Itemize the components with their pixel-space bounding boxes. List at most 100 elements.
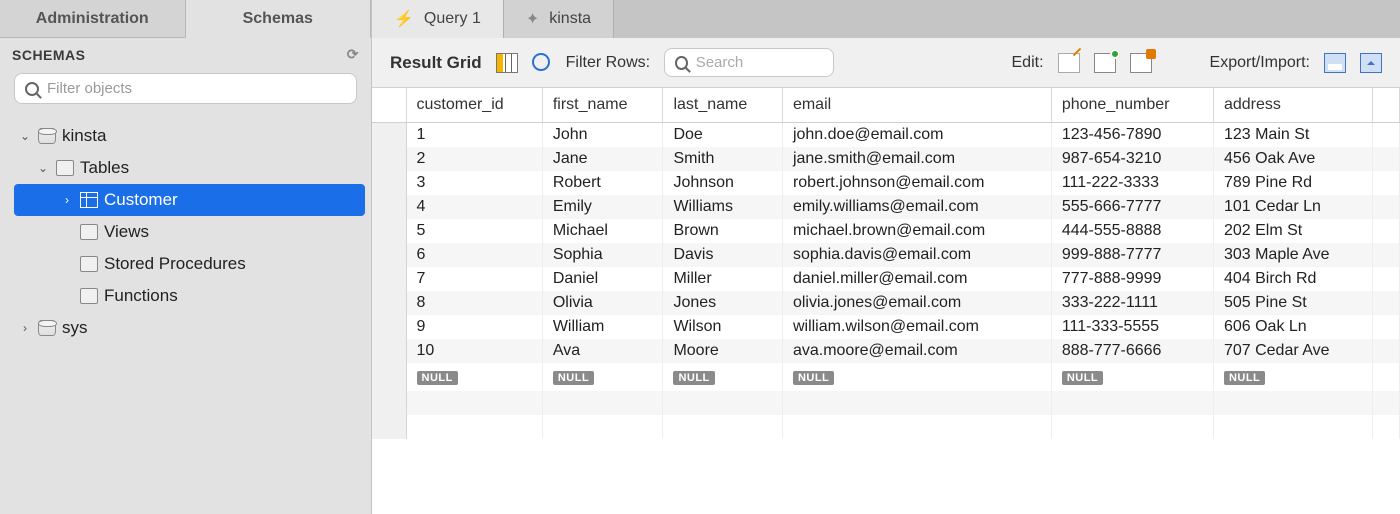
cell-null[interactable]: NULL bbox=[1213, 363, 1373, 391]
cell-email[interactable]: john.doe@email.com bbox=[782, 123, 1051, 148]
cell-first_name[interactable]: Daniel bbox=[542, 267, 663, 291]
cell-email[interactable]: jane.smith@email.com bbox=[782, 147, 1051, 171]
filter-rows-box[interactable] bbox=[664, 48, 834, 77]
cell-phone_number[interactable]: 444-555-8888 bbox=[1051, 219, 1213, 243]
table-row[interactable]: 3RobertJohnsonrobert.johnson@email.com11… bbox=[372, 171, 1400, 195]
cell-email[interactable]: ava.moore@email.com bbox=[782, 339, 1051, 363]
cell-null[interactable]: NULL bbox=[1051, 363, 1213, 391]
cell-last_name[interactable]: Williams bbox=[663, 195, 783, 219]
cell-customer_id[interactable]: 9 bbox=[406, 315, 542, 339]
cell-email[interactable]: daniel.miller@email.com bbox=[782, 267, 1051, 291]
tree-tables[interactable]: ⌄ Tables bbox=[14, 152, 365, 184]
add-row-icon[interactable] bbox=[1094, 53, 1116, 73]
cell-phone_number[interactable]: 333-222-1111 bbox=[1051, 291, 1213, 315]
cell-customer_id[interactable]: 6 bbox=[406, 243, 542, 267]
cell-first_name[interactable]: Sophia bbox=[542, 243, 663, 267]
cell-address[interactable]: 707 Cedar Ave bbox=[1213, 339, 1373, 363]
cell-address[interactable]: 202 Elm St bbox=[1213, 219, 1373, 243]
cell-phone_number[interactable]: 999-888-7777 bbox=[1051, 243, 1213, 267]
cell-first_name[interactable]: Emily bbox=[542, 195, 663, 219]
row-selector[interactable] bbox=[372, 219, 406, 243]
cell-customer_id[interactable]: 1 bbox=[406, 123, 542, 148]
cell-phone_number[interactable]: 987-654-3210 bbox=[1051, 147, 1213, 171]
tree-db-sys[interactable]: › sys bbox=[14, 312, 365, 344]
cell-last_name[interactable]: Miller bbox=[663, 267, 783, 291]
cell-address[interactable]: 303 Maple Ave bbox=[1213, 243, 1373, 267]
table-row-null[interactable]: NULLNULLNULLNULLNULLNULL bbox=[372, 363, 1400, 391]
col-address[interactable]: address bbox=[1213, 88, 1373, 123]
cell-last_name[interactable]: Moore bbox=[663, 339, 783, 363]
export-icon[interactable] bbox=[1324, 53, 1346, 73]
cell-customer_id[interactable]: 7 bbox=[406, 267, 542, 291]
col-last_name[interactable]: last_name bbox=[663, 88, 783, 123]
cell-customer_id[interactable]: 8 bbox=[406, 291, 542, 315]
filter-objects-input[interactable] bbox=[47, 80, 346, 97]
row-selector[interactable] bbox=[372, 147, 406, 171]
cell-email[interactable]: olivia.jones@email.com bbox=[782, 291, 1051, 315]
cell-null[interactable]: NULL bbox=[542, 363, 663, 391]
cell-email[interactable]: michael.brown@email.com bbox=[782, 219, 1051, 243]
row-selector[interactable] bbox=[372, 339, 406, 363]
cell-first_name[interactable]: Robert bbox=[542, 171, 663, 195]
cell-phone_number[interactable]: 555-666-7777 bbox=[1051, 195, 1213, 219]
col-first_name[interactable]: first_name bbox=[542, 88, 663, 123]
cell-last_name[interactable]: Brown bbox=[663, 219, 783, 243]
cell-customer_id[interactable]: 4 bbox=[406, 195, 542, 219]
col-email[interactable]: email bbox=[782, 88, 1051, 123]
cell-phone_number[interactable]: 123-456-7890 bbox=[1051, 123, 1213, 148]
filter-rows-input[interactable] bbox=[696, 54, 823, 71]
cell-customer_id[interactable]: 10 bbox=[406, 339, 542, 363]
cell-last_name[interactable]: Davis bbox=[663, 243, 783, 267]
table-row[interactable]: 10AvaMooreava.moore@email.com888-777-666… bbox=[372, 339, 1400, 363]
edit-row-icon[interactable] bbox=[1058, 53, 1080, 73]
cell-phone_number[interactable]: 777-888-9999 bbox=[1051, 267, 1213, 291]
cell-address[interactable]: 404 Birch Rd bbox=[1213, 267, 1373, 291]
cell-address[interactable]: 606 Oak Ln bbox=[1213, 315, 1373, 339]
cell-address[interactable]: 456 Oak Ave bbox=[1213, 147, 1373, 171]
cell-first_name[interactable]: John bbox=[542, 123, 663, 148]
cell-first_name[interactable]: Ava bbox=[542, 339, 663, 363]
cell-first_name[interactable]: Jane bbox=[542, 147, 663, 171]
cell-address[interactable]: 101 Cedar Ln bbox=[1213, 195, 1373, 219]
table-row[interactable]: 7DanielMillerdaniel.miller@email.com777-… bbox=[372, 267, 1400, 291]
cell-last_name[interactable]: Doe bbox=[663, 123, 783, 148]
row-selector[interactable] bbox=[372, 363, 406, 391]
cell-email[interactable]: sophia.davis@email.com bbox=[782, 243, 1051, 267]
cell-null[interactable]: NULL bbox=[663, 363, 783, 391]
tree-functions[interactable]: Functions bbox=[14, 280, 365, 312]
cell-phone_number[interactable]: 111-333-5555 bbox=[1051, 315, 1213, 339]
refresh-icon[interactable]: ⟳ bbox=[347, 46, 359, 63]
cell-email[interactable]: robert.johnson@email.com bbox=[782, 171, 1051, 195]
cell-last_name[interactable]: Jones bbox=[663, 291, 783, 315]
tab-schemas[interactable]: Schemas bbox=[186, 0, 372, 38]
cell-null[interactable]: NULL bbox=[406, 363, 542, 391]
row-selector[interactable] bbox=[372, 315, 406, 339]
result-grid[interactable]: customer_idfirst_namelast_nameemailphone… bbox=[372, 88, 1400, 514]
row-selector[interactable] bbox=[372, 171, 406, 195]
cell-address[interactable]: 789 Pine Rd bbox=[1213, 171, 1373, 195]
tab-administration[interactable]: Administration bbox=[0, 0, 186, 38]
col-phone_number[interactable]: phone_number bbox=[1051, 88, 1213, 123]
grid-icon[interactable] bbox=[496, 53, 518, 73]
cell-customer_id[interactable]: 2 bbox=[406, 147, 542, 171]
cell-last_name[interactable]: Smith bbox=[663, 147, 783, 171]
cell-email[interactable]: william.wilson@email.com bbox=[782, 315, 1051, 339]
delete-row-icon[interactable] bbox=[1130, 53, 1152, 73]
col-customer_id[interactable]: customer_id bbox=[406, 88, 542, 123]
table-row[interactable]: 6SophiaDavissophia.davis@email.com999-88… bbox=[372, 243, 1400, 267]
tree-db-kinsta[interactable]: ⌄ kinsta bbox=[14, 120, 365, 152]
tree-stored-procedures[interactable]: Stored Procedures bbox=[14, 248, 365, 280]
cell-address[interactable]: 123 Main St bbox=[1213, 123, 1373, 148]
filter-objects-box[interactable] bbox=[14, 73, 357, 104]
refresh-results-icon[interactable] bbox=[532, 53, 552, 73]
cell-last_name[interactable]: Johnson bbox=[663, 171, 783, 195]
cell-customer_id[interactable]: 3 bbox=[406, 171, 542, 195]
cell-null[interactable]: NULL bbox=[782, 363, 1051, 391]
cell-phone_number[interactable]: 888-777-6666 bbox=[1051, 339, 1213, 363]
tree-views[interactable]: Views bbox=[14, 216, 365, 248]
cell-email[interactable]: emily.williams@email.com bbox=[782, 195, 1051, 219]
tab-kinsta[interactable]: ✦ kinsta bbox=[504, 0, 614, 38]
import-icon[interactable] bbox=[1360, 53, 1382, 73]
table-row[interactable]: 9WilliamWilsonwilliam.wilson@email.com11… bbox=[372, 315, 1400, 339]
table-row[interactable]: 8OliviaJonesolivia.jones@email.com333-22… bbox=[372, 291, 1400, 315]
